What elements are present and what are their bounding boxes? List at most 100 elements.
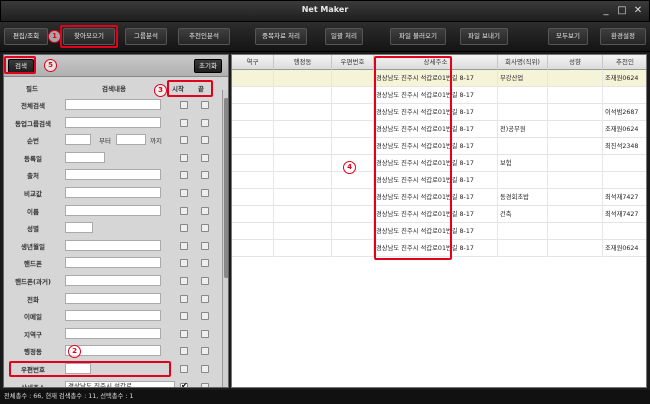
search-field-input[interactable] bbox=[65, 292, 161, 304]
start-checkbox[interactable] bbox=[180, 118, 188, 127]
table-cell bbox=[274, 70, 332, 87]
start-checkbox[interactable] bbox=[180, 189, 188, 197]
seq-to-input[interactable] bbox=[116, 134, 146, 146]
minimize-icon[interactable]: _ bbox=[599, 4, 613, 18]
end-checkbox[interactable] bbox=[201, 312, 209, 321]
end-checkbox[interactable] bbox=[201, 206, 209, 215]
header-admin-dong[interactable]: 행정동 bbox=[274, 55, 332, 70]
search-field-label: 비교값 bbox=[24, 190, 42, 198]
header-tendency[interactable]: 성향 bbox=[548, 55, 603, 70]
table-cell bbox=[274, 87, 332, 104]
table-cell bbox=[274, 121, 332, 138]
search-field-row: 이름 bbox=[4, 203, 222, 220]
table-cell bbox=[232, 172, 274, 189]
start-checkbox[interactable] bbox=[180, 101, 188, 109]
duplicate-handling-button[interactable]: 중복자료 처리 bbox=[255, 28, 307, 45]
company-cell bbox=[498, 138, 548, 155]
search-field-input[interactable] bbox=[65, 239, 161, 251]
search-field-row: 생년월일 bbox=[4, 238, 222, 255]
end-checkbox[interactable] bbox=[201, 136, 209, 145]
search-panel-scrollbar[interactable] bbox=[222, 90, 228, 387]
start-checkbox[interactable] bbox=[180, 259, 188, 268]
end-checkbox[interactable] bbox=[201, 259, 209, 268]
end-checkbox[interactable] bbox=[201, 365, 209, 373]
start-checkbox[interactable] bbox=[180, 294, 188, 303]
settings-button[interactable]: 환경설정 bbox=[600, 28, 646, 45]
edit-view-button[interactable]: 편집/조회 bbox=[4, 28, 48, 45]
table-cell bbox=[232, 138, 274, 155]
end-checkbox[interactable] bbox=[201, 224, 209, 233]
reset-button[interactable]: 초기화 bbox=[194, 59, 222, 73]
search-field-input[interactable] bbox=[65, 222, 93, 234]
header-company[interactable]: 회사명(직위) bbox=[498, 55, 548, 70]
end-checkbox[interactable] bbox=[201, 153, 209, 162]
start-checkbox[interactable] bbox=[180, 206, 188, 215]
search-field-row: 전체검색 bbox=[4, 97, 222, 114]
search-field-row: 비교값 bbox=[4, 185, 222, 202]
table-cell bbox=[548, 240, 603, 257]
search-field-input[interactable] bbox=[65, 187, 161, 198]
search-field-input[interactable] bbox=[65, 310, 161, 322]
referrer-cell: 조재원0624 bbox=[603, 121, 646, 138]
start-checkbox[interactable] bbox=[180, 347, 188, 356]
show-all-button[interactable]: 모두보기 bbox=[548, 28, 588, 45]
table-cell bbox=[332, 172, 374, 189]
search-field-label: 행정동 bbox=[24, 348, 42, 357]
start-checkbox[interactable] bbox=[180, 365, 188, 373]
export-file-button[interactable]: 파일 보내기 bbox=[460, 28, 508, 45]
range-to-label: 까지 bbox=[150, 137, 162, 146]
maximize-icon[interactable]: □ bbox=[615, 4, 629, 18]
search-field-row: 출처 bbox=[4, 167, 222, 184]
end-checkbox[interactable] bbox=[201, 118, 209, 127]
search-field-label: 순번 bbox=[27, 137, 39, 146]
start-checkbox[interactable] bbox=[180, 224, 188, 233]
import-file-button[interactable]: 파일 불러오기 bbox=[390, 28, 446, 45]
search-field-label: 핸드폰 bbox=[24, 260, 42, 269]
table-cell bbox=[548, 189, 603, 206]
end-checkbox[interactable] bbox=[201, 241, 209, 250]
end-checkbox[interactable] bbox=[201, 171, 209, 180]
column-field: 필드 bbox=[26, 85, 38, 93]
end-checkbox[interactable] bbox=[201, 277, 209, 285]
end-checkbox[interactable] bbox=[201, 329, 209, 338]
search-field-input[interactable] bbox=[65, 204, 161, 216]
start-checkbox[interactable] bbox=[180, 312, 188, 321]
seq-from-input[interactable] bbox=[65, 134, 91, 146]
batch-process-button[interactable]: 일괄 처리 bbox=[325, 28, 363, 45]
search-field-input[interactable] bbox=[65, 151, 105, 163]
search-field-input[interactable] bbox=[65, 169, 161, 181]
end-checkbox[interactable] bbox=[201, 347, 209, 356]
table-cell bbox=[274, 240, 332, 257]
header-referrer[interactable]: 추천인 bbox=[603, 55, 646, 70]
header-district[interactable]: 역구 bbox=[232, 55, 274, 70]
start-checkbox[interactable] bbox=[180, 136, 188, 145]
close-icon[interactable]: ✕ bbox=[631, 4, 645, 18]
start-checkbox[interactable] bbox=[180, 381, 188, 387]
company-cell bbox=[498, 172, 548, 189]
end-checkbox[interactable] bbox=[201, 101, 209, 109]
search-field-label: 출처 bbox=[27, 172, 39, 181]
search-field-label: 핸드폰(과거) bbox=[15, 278, 51, 286]
address-input[interactable]: 경상남도 진주시 석갑로 bbox=[65, 380, 175, 387]
start-checkbox[interactable] bbox=[180, 153, 188, 162]
header-zipcode[interactable]: 우편번호 bbox=[332, 55, 374, 70]
search-field-input[interactable] bbox=[65, 275, 161, 286]
end-checkbox[interactable] bbox=[201, 189, 209, 197]
start-checkbox[interactable] bbox=[180, 171, 188, 180]
search-field-input[interactable] bbox=[65, 116, 161, 128]
end-checkbox[interactable] bbox=[201, 382, 209, 387]
scrollbar-thumb[interactable] bbox=[224, 98, 228, 278]
group-analysis-button[interactable]: 그룹분석 bbox=[125, 28, 167, 45]
search-field-input[interactable] bbox=[65, 257, 161, 269]
search-field-input[interactable] bbox=[65, 327, 161, 339]
referrer-analysis-button[interactable]: 추천인분석 bbox=[178, 28, 230, 45]
start-checkbox[interactable] bbox=[180, 277, 188, 285]
company-cell: 건축 bbox=[498, 206, 548, 223]
search-field-input[interactable] bbox=[65, 99, 161, 110]
start-checkbox[interactable] bbox=[180, 241, 188, 250]
end-checkbox[interactable] bbox=[201, 294, 209, 303]
company-cell bbox=[498, 87, 548, 104]
referrer-cell: 최석재7427 bbox=[603, 206, 646, 223]
start-checkbox[interactable] bbox=[180, 329, 188, 338]
company-cell bbox=[498, 223, 548, 240]
